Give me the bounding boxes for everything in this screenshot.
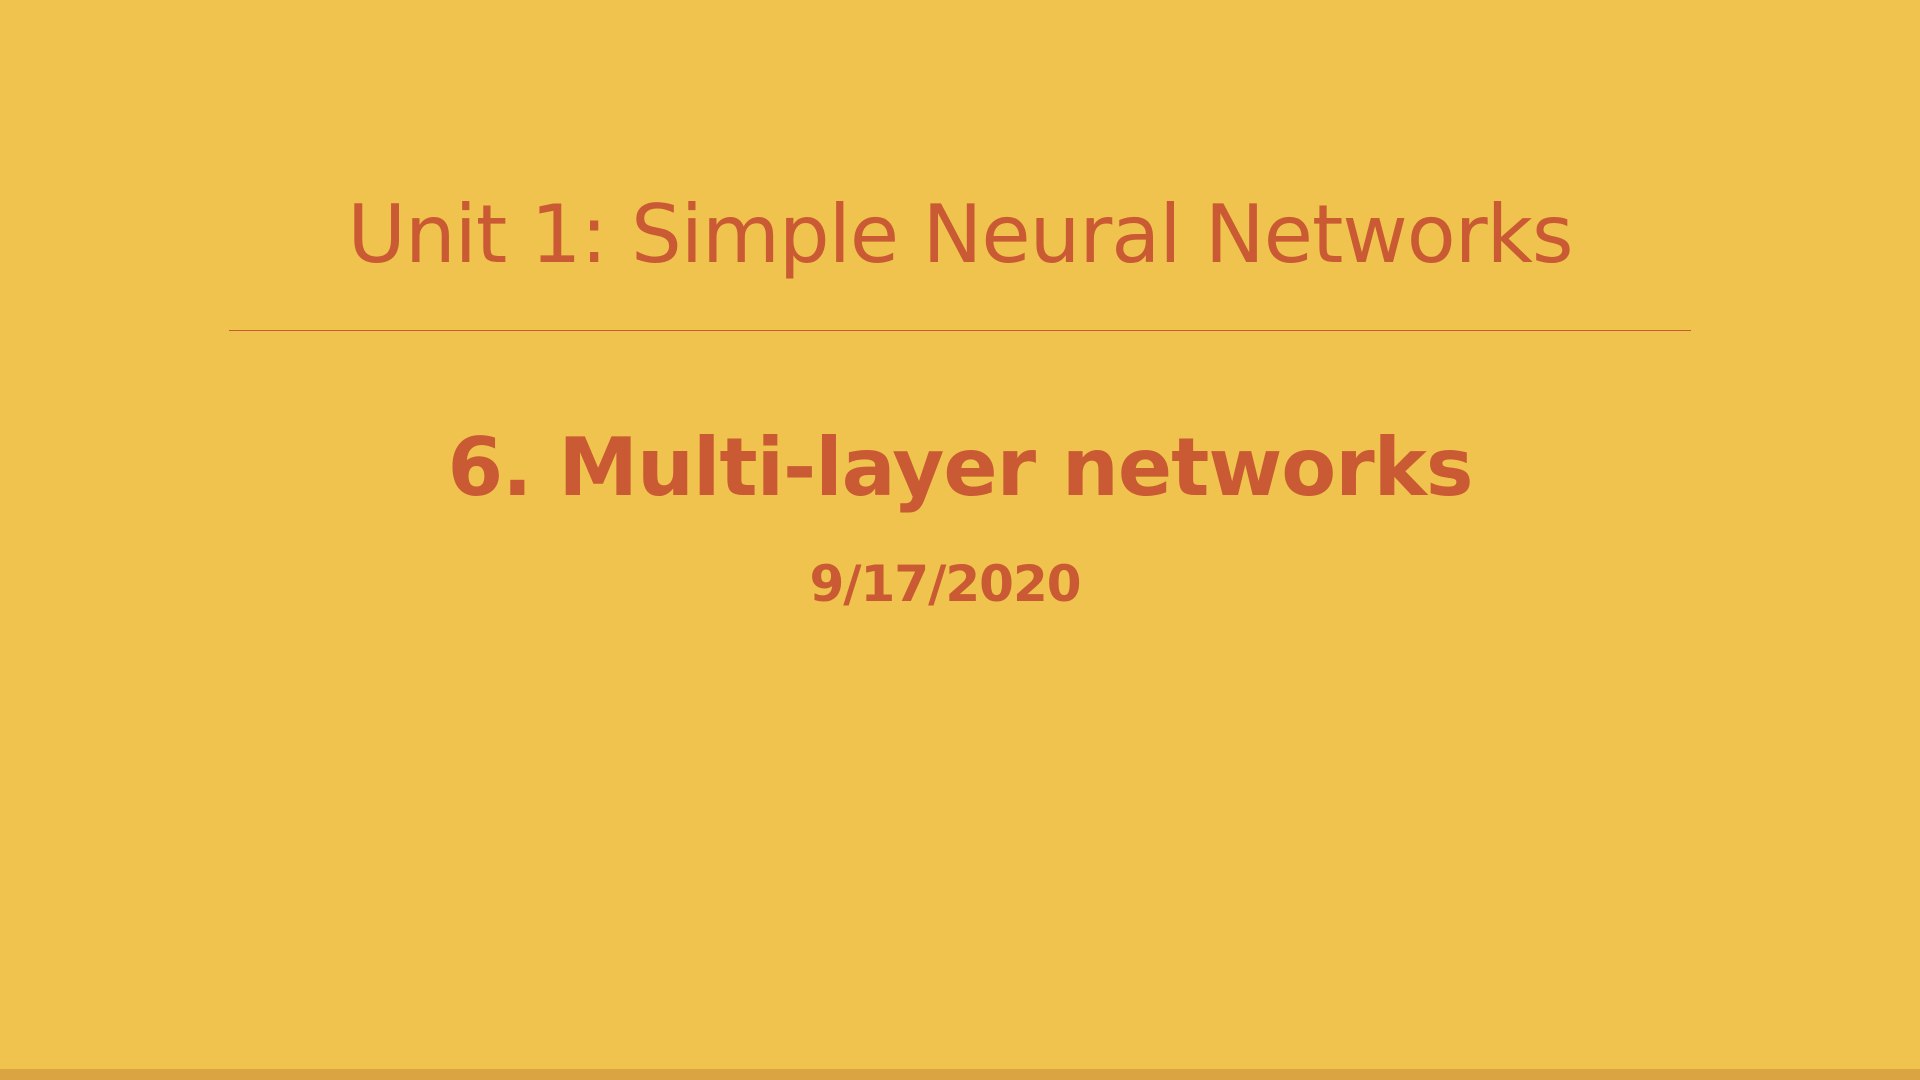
slide-date: 9/17/2020 — [809, 555, 1081, 613]
title-slide: Unit 1: Simple Neural Networks 6. Multi-… — [0, 0, 1920, 1080]
unit-title: Unit 1: Simple Neural Networks — [347, 188, 1573, 281]
title-divider — [229, 330, 1691, 331]
bottom-accent-bar — [0, 1069, 1920, 1080]
lesson-title: 6. Multi-layer networks — [447, 421, 1473, 514]
